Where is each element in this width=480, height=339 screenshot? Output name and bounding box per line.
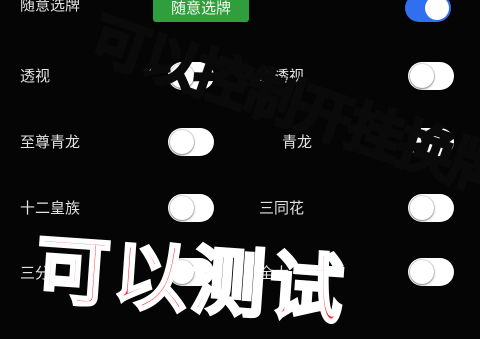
toggle-knob bbox=[410, 64, 434, 88]
toggle-three-flush[interactable] bbox=[408, 194, 454, 222]
label-dragon: 青龙 bbox=[282, 133, 313, 151]
toggle-twelve-royals[interactable] bbox=[168, 194, 214, 222]
toggle-knob bbox=[170, 260, 194, 284]
toggle-top-right[interactable] bbox=[405, 0, 451, 22]
toggle-knob bbox=[410, 260, 434, 284]
toggle-knob bbox=[170, 130, 194, 154]
toggle-knob bbox=[410, 130, 434, 154]
toggle-anti-see-through[interactable] bbox=[408, 62, 454, 90]
overlay-caption-yellow: 可以控制开挂换牌 bbox=[81, 5, 480, 210]
toggle-dragon[interactable] bbox=[408, 128, 454, 156]
label-anti-see-through: 防透视 bbox=[259, 67, 305, 85]
toggle-all-big[interactable] bbox=[408, 258, 454, 286]
label-see-through: 透视 bbox=[20, 67, 51, 85]
toggle-supreme-dragon[interactable] bbox=[168, 128, 214, 156]
label-three-split: 三分 bbox=[20, 264, 51, 282]
toggle-knob bbox=[425, 0, 449, 20]
label-all-big: 全大 bbox=[259, 264, 290, 282]
random-pick-button[interactable]: 随意选牌 bbox=[153, 0, 249, 22]
label-supreme-dragon: 至尊青龙 bbox=[20, 133, 81, 151]
toggle-knob bbox=[410, 196, 434, 220]
label-random-pick: 随意选牌 bbox=[20, 0, 81, 14]
toggle-see-through[interactable] bbox=[168, 62, 214, 90]
toggle-three-split[interactable] bbox=[168, 258, 214, 286]
label-three-flush: 三同花 bbox=[259, 199, 305, 217]
toggle-knob bbox=[170, 64, 194, 88]
label-twelve-royals: 十二皇族 bbox=[20, 199, 81, 217]
toggle-knob bbox=[170, 196, 194, 220]
